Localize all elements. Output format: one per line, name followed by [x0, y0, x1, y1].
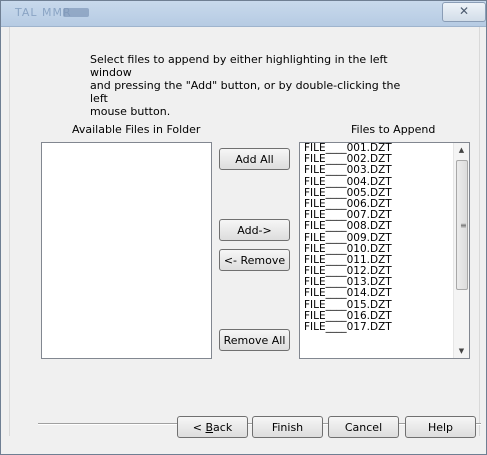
files-to-append-items: FILE____001.DZT FILE____002.DZT FILE____00…: [300, 143, 453, 358]
instructions-text: Select files to append by either highlig…: [90, 53, 401, 118]
back-button[interactable]: < Back: [177, 416, 248, 438]
help-button[interactable]: Help: [405, 416, 476, 438]
available-files-header: Available Files in Folder: [72, 123, 201, 136]
file-list-item[interactable]: FILE____017.DZT: [300, 321, 453, 333]
vertical-scrollbar[interactable]: ▲ ≡ ▼: [453, 143, 469, 358]
scroll-up-icon[interactable]: ▲: [454, 143, 469, 157]
file-list-item[interactable]: FILE____008.DZT: [300, 221, 453, 232]
scroll-down-icon[interactable]: ▼: [454, 344, 469, 358]
files-to-append-header: Files to Append: [351, 123, 436, 136]
back-label-mnemonic: B: [205, 420, 214, 434]
back-label-rest: ack: [213, 420, 233, 434]
cancel-button[interactable]: Cancel: [328, 416, 399, 438]
available-files-list[interactable]: [41, 142, 212, 359]
remove-button[interactable]: <- Remove: [219, 249, 290, 271]
append-files-dialog: TAL MMR ✕ Select files to append by eith…: [0, 0, 487, 455]
file-list-item[interactable]: FILE____009.DZT: [300, 232, 453, 244]
title-bar[interactable]: TAL MMR ✕: [1, 1, 486, 27]
close-button[interactable]: ✕: [442, 2, 486, 22]
back-label-prefix: <: [192, 420, 206, 434]
add-all-button[interactable]: Add All: [219, 148, 290, 170]
finish-button[interactable]: Finish: [252, 416, 323, 438]
grip-icon: ≡: [460, 221, 467, 230]
files-to-append-list[interactable]: FILE____001.DZT FILE____002.DZT FILE____00…: [299, 142, 470, 359]
file-list-item[interactable]: FILE____003.DZT: [300, 165, 453, 176]
title-blurred-text: [63, 8, 89, 17]
add-button[interactable]: Add->: [219, 219, 290, 241]
scrollbar-thumb[interactable]: ≡: [456, 160, 468, 290]
file-list-item[interactable]: FILE____014.DZT: [300, 288, 453, 299]
remove-all-button[interactable]: Remove All: [219, 329, 290, 351]
dialog-body: Select files to append by either highlig…: [9, 27, 481, 438]
